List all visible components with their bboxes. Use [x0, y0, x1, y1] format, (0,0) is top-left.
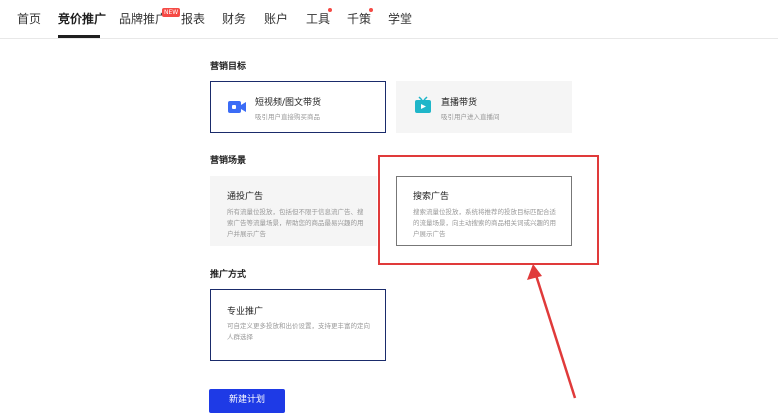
method-card-professional[interactable]: 专业推广 可自定义更多投放和出价设置，支持更丰富的定向人群选择 — [210, 289, 386, 361]
scene-card-general-ads[interactable]: 通投广告 所有流量位投放，包括但不限于信息流广告、搜索广告等流量场景，帮助您的商… — [210, 176, 377, 246]
video-camera-icon — [228, 101, 246, 113]
live-tv-icon — [415, 96, 431, 113]
nav-bidding-promotion[interactable]: 竞价推广 — [58, 10, 106, 27]
goal-section-title: 营销目标 — [210, 62, 247, 72]
nav-brand-promotion[interactable]: 品牌推广 — [119, 10, 167, 27]
method-card-title: 专业推广 — [227, 307, 264, 317]
qiance-notification-dot — [369, 8, 373, 12]
goal-card-short-video[interactable]: 短视频/图文带货 吸引用户直接购买商品 — [210, 81, 386, 133]
nav-qiance[interactable]: 千策 — [347, 10, 371, 27]
create-plan-button[interactable]: 新建计划 — [209, 389, 285, 413]
nav-reports[interactable]: 报表 — [181, 10, 205, 27]
annotation-arrow-icon — [527, 264, 577, 399]
goal-card-desc: 吸引用户进入直播间 — [441, 113, 500, 121]
scene-section-title: 营销场景 — [210, 156, 247, 166]
active-tab-underline — [58, 35, 100, 38]
nav-tools[interactable]: 工具 — [306, 10, 330, 27]
highlight-annotation-box — [378, 155, 599, 265]
goal-card-live-stream[interactable]: 直播带货 吸引用户进入直播间 — [396, 81, 572, 133]
goal-card-title: 直播带货 — [441, 98, 478, 108]
top-nav: 首页 竞价推广 品牌推广 NEW 报表 财务 账户 工具 千策 学堂 — [0, 0, 778, 39]
new-badge: NEW — [162, 8, 181, 17]
scene-card-desc: 所有流量位投放，包括但不限于信息流广告、搜索广告等流量场景，帮助您的商品最易兴趣… — [227, 208, 364, 238]
method-card-desc: 可自定义更多投放和出价设置，支持更丰富的定向人群选择 — [227, 322, 370, 341]
goal-card-title: 短视频/图文带货 — [255, 98, 322, 108]
nav-home[interactable]: 首页 — [17, 10, 41, 27]
method-section-title: 推广方式 — [210, 270, 247, 280]
nav-finance[interactable]: 财务 — [222, 10, 246, 27]
goal-card-desc: 吸引用户直接购买商品 — [255, 113, 320, 121]
nav-account[interactable]: 账户 — [264, 10, 288, 27]
nav-academy[interactable]: 学堂 — [388, 10, 412, 27]
tools-notification-dot — [328, 8, 332, 12]
scene-card-title: 通投广告 — [227, 192, 264, 202]
